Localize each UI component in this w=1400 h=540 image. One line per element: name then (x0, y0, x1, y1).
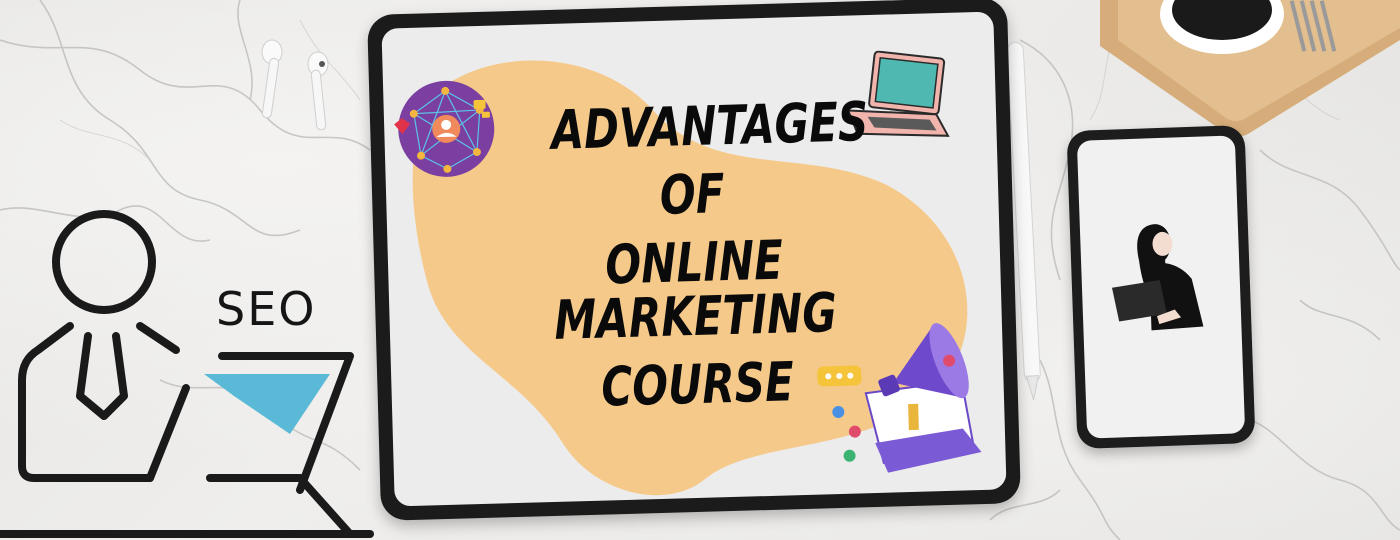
megaphone-icon (817, 323, 982, 473)
tray-icon (1100, 0, 1400, 137)
phone-device (1066, 124, 1256, 450)
woman-laptop-icon (1111, 224, 1204, 331)
tablet-device: ADVANTAGES OF ONLINE MARKETING COURSE (367, 0, 1021, 521)
headline-line-2: OF (659, 162, 726, 227)
tablet-screen: ADVANTAGES OF ONLINE MARKETING COURSE (381, 11, 1007, 507)
headline-line-1: ADVANTAGES (550, 90, 870, 162)
seo-label: SEO (216, 282, 317, 336)
seo-person-icon (0, 210, 374, 538)
phone-screen (1076, 135, 1246, 439)
earbuds-icon (261, 39, 329, 131)
